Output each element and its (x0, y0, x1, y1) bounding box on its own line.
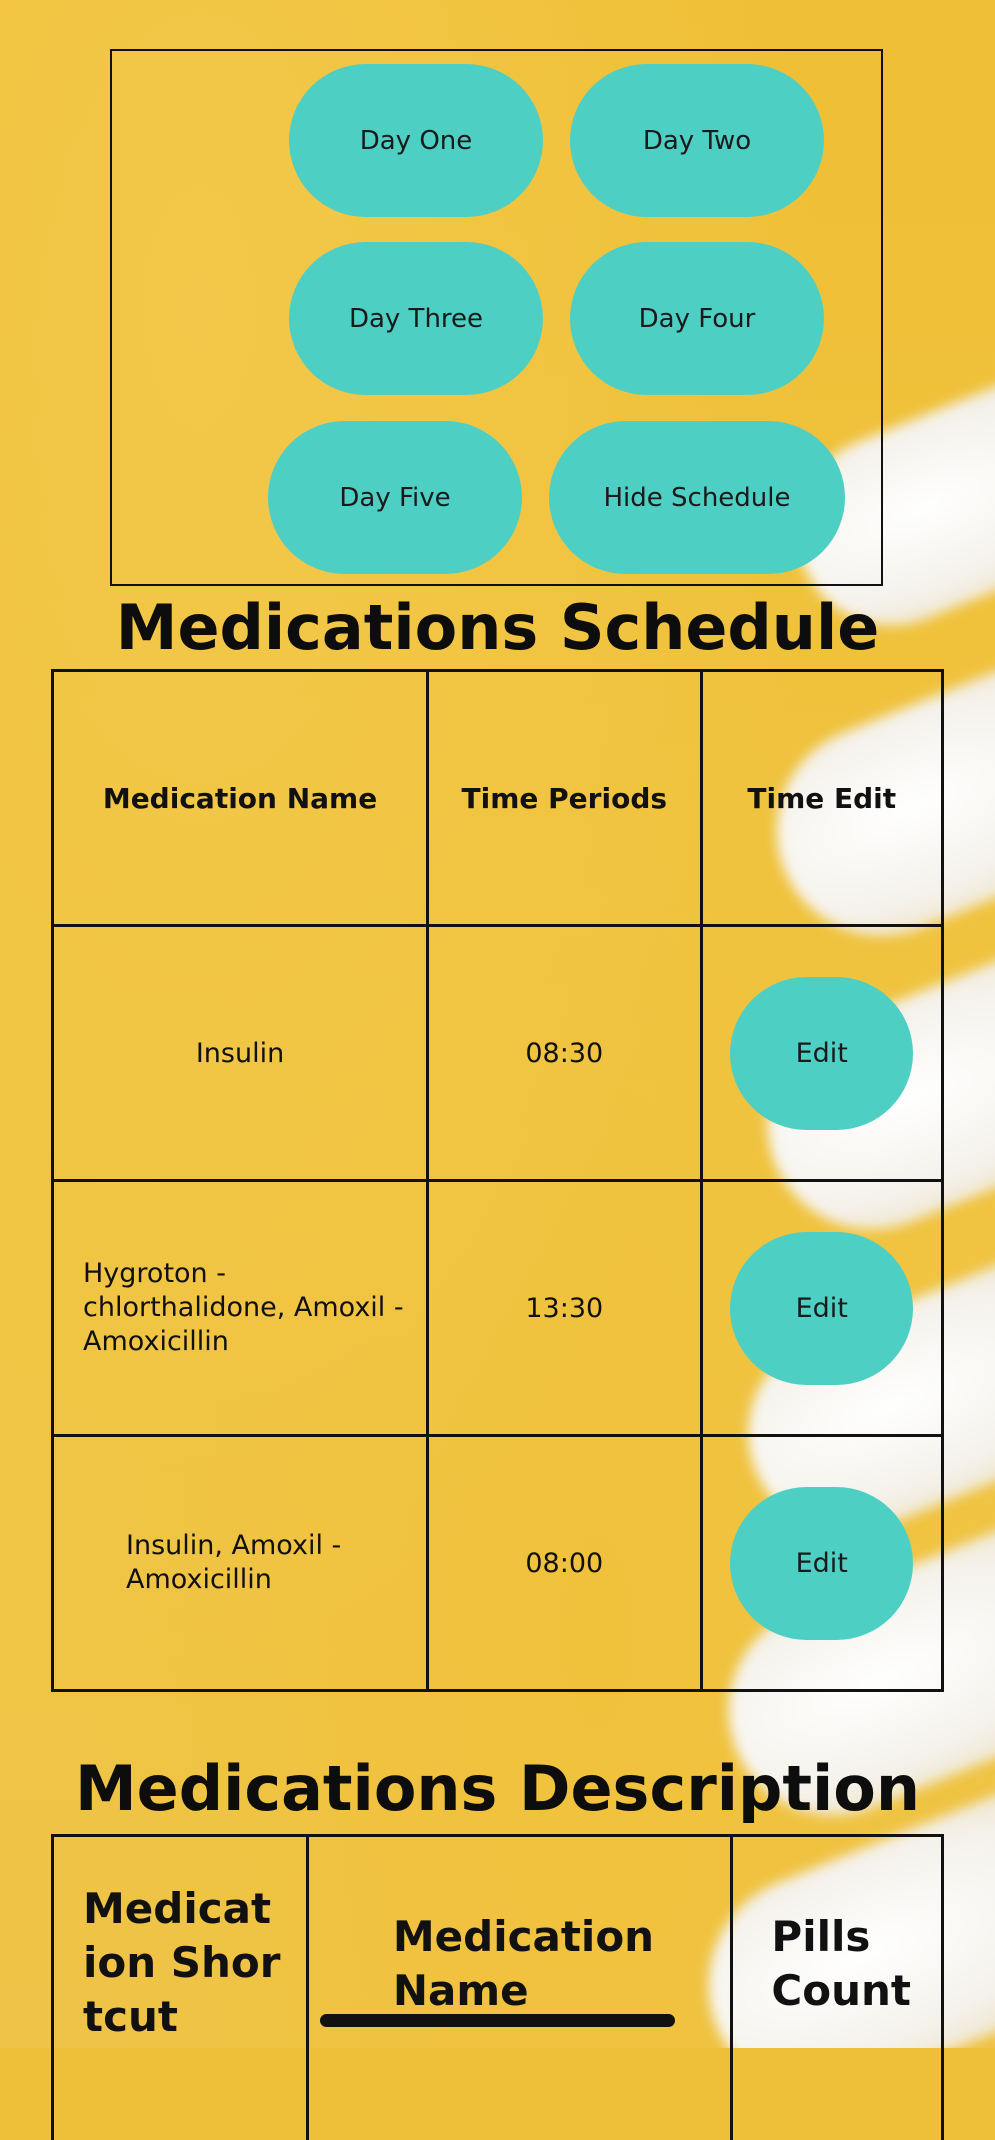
header-pills-count-label: Pills Count (771, 1910, 921, 2018)
time-edit-cell: Edit (701, 926, 942, 1181)
medication-name-cell: Hygroton - chlorthalidone, Amoxil - Amox… (53, 1181, 428, 1436)
header-medication-name-label: Medication Name (393, 1910, 653, 2018)
medication-name: Insulin, Amoxil - Amoxicillin (126, 1529, 366, 1597)
day-one-button[interactable]: Day One (289, 64, 543, 217)
header-time-edit: Time Edit (701, 671, 942, 926)
edit-button[interactable]: Edit (730, 977, 913, 1130)
hide-schedule-button[interactable]: Hide Schedule (549, 421, 845, 574)
description-title: Medications Description (0, 1752, 995, 1825)
day-four-button[interactable]: Day Four (570, 242, 824, 395)
time-edit-cell: Edit (701, 1181, 942, 1436)
header-medication-shortcut-label: Medication Shortcut (83, 1882, 283, 2044)
header-medication-name: Medication Name (307, 1836, 732, 2140)
medication-name: Hygroton - chlorthalidone, Amoxil - Amox… (83, 1257, 406, 1359)
table-row: Insulin 08:30 Edit (53, 926, 943, 1181)
edit-button[interactable]: Edit (730, 1487, 913, 1640)
time-edit-cell: Edit (701, 1436, 942, 1691)
header-medication-shortcut: Medication Shortcut (53, 1836, 308, 2140)
table-header-row: Medication Shortcut Medication Name Pill… (53, 1836, 943, 2140)
time-period-cell: 13:30 (428, 1181, 701, 1436)
header-medication-name: Medication Name (53, 671, 428, 926)
header-pills-count: Pills Count (732, 1836, 943, 2140)
header-time-periods: Time Periods (428, 671, 701, 926)
day-two-button[interactable]: Day Two (570, 64, 824, 217)
medication-name-cell: Insulin (53, 926, 428, 1181)
day-five-button[interactable]: Day Five (268, 421, 522, 574)
schedule-title: Medications Schedule (0, 591, 995, 664)
day-selector-panel: Day One Day Two Day Three Day Four Day F… (110, 49, 883, 586)
time-period-cell: 08:00 (428, 1436, 701, 1691)
home-indicator (320, 2014, 675, 2027)
medications-schedule-table: Medication Name Time Periods Time Edit I… (51, 669, 944, 1692)
table-row: Hygroton - chlorthalidone, Amoxil - Amox… (53, 1181, 943, 1436)
table-header-row: Medication Name Time Periods Time Edit (53, 671, 943, 926)
day-three-button[interactable]: Day Three (289, 242, 543, 395)
edit-button[interactable]: Edit (730, 1232, 913, 1385)
medication-name-cell: Insulin, Amoxil - Amoxicillin (53, 1436, 428, 1691)
table-row: Insulin, Amoxil - Amoxicillin 08:00 Edit (53, 1436, 943, 1691)
time-period-cell: 08:30 (428, 926, 701, 1181)
medication-name: Insulin (196, 1038, 284, 1069)
medications-description-table: Medication Shortcut Medication Name Pill… (51, 1834, 944, 2140)
